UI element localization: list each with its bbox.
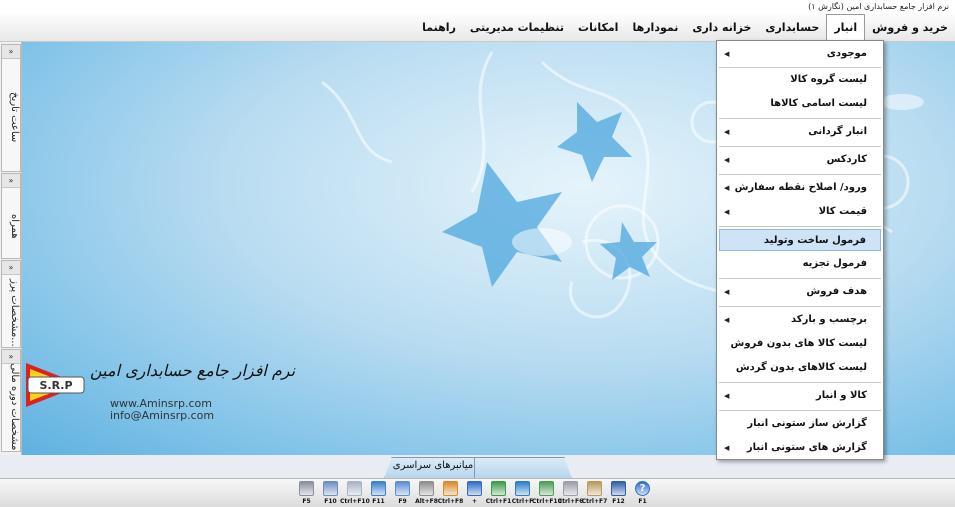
- submenu-arrow-icon: ◀: [724, 156, 730, 164]
- search-icon: [395, 481, 410, 496]
- menu-separator: [719, 118, 881, 119]
- toolbar-button-monitor[interactable]: F12: [608, 480, 629, 507]
- grid-table-icon: [491, 481, 506, 496]
- toolbar-button-notebook[interactable]: Ctrl+F8: [438, 480, 463, 507]
- inventory-dropdown-menu: موجودی ◀ لیست گروه کالا لیست اسامی کالاها…: [716, 40, 884, 460]
- menu-separator: [719, 410, 881, 411]
- menu-item-stocktaking[interactable]: انبار گردانی ◀: [719, 121, 881, 143]
- toolbar-button-edit-document[interactable]: Alt+F8: [415, 480, 438, 507]
- menu-item-stock[interactable]: موجودی ◀: [719, 43, 881, 65]
- menu-separator: [719, 174, 881, 175]
- menu-separator: [719, 146, 881, 147]
- dock-expand-icon[interactable]: »: [2, 45, 20, 59]
- menu-item-product-names[interactable]: لیست اسامی کالاها: [719, 93, 881, 115]
- form-add-icon: [467, 481, 482, 496]
- menu-item-sales-target[interactable]: هدف فروش ◀: [719, 281, 881, 303]
- notepad-icon: [323, 481, 338, 496]
- menu-item-production-formula[interactable]: فرمول ساخت وتولید: [719, 229, 881, 251]
- dock-expand-icon[interactable]: »: [2, 261, 20, 275]
- dock-expand-icon[interactable]: »: [2, 174, 20, 188]
- menu-item-product-and-inventory[interactable]: کالا و انبار ◀: [719, 385, 881, 407]
- menu-inventory[interactable]: انبار: [826, 13, 866, 42]
- dock-expand-icon[interactable]: »: [2, 350, 20, 364]
- menu-item-unsold-products[interactable]: لیست کالا های بدون فروش: [719, 333, 881, 355]
- menu-separator: [719, 278, 881, 279]
- dock-panel-fiscal-period[interactable]: » مشخصات دوره مالی: [1, 349, 21, 452]
- menu-item-cardex[interactable]: کاردکس ◀: [719, 149, 881, 171]
- toolbar-button-form-add[interactable]: +: [464, 480, 485, 507]
- menu-separator: [719, 306, 881, 307]
- menu-item-decomposition-formula[interactable]: فرمول تجزیه: [719, 253, 881, 275]
- toolbar-button-document-list[interactable]: Ctrl+F10: [340, 480, 370, 507]
- edit-document-icon: [419, 481, 434, 496]
- submenu-arrow-icon: ◀: [724, 444, 730, 452]
- document-list-icon: [347, 481, 362, 496]
- toolbar-button-search[interactable]: F9: [392, 480, 413, 507]
- toolbar-button-notepad[interactable]: F10: [320, 480, 341, 507]
- submenu-arrow-icon: ◀: [724, 208, 730, 216]
- dock-label-workstation: ...مشخصات پرز: [9, 279, 20, 347]
- menu-charts[interactable]: نمودارها: [625, 15, 685, 41]
- submenu-arrow-icon: ◀: [724, 316, 730, 324]
- dock-label-fiscal-period: مشخصات دوره مالی: [9, 362, 20, 450]
- menu-item-column-report-builder[interactable]: گزارش ساز ستونی انبار: [719, 413, 881, 435]
- toolbar-button-money[interactable]: Ctrl+F7: [582, 480, 607, 507]
- monitor-icon: [611, 481, 626, 496]
- logo-title: نرم افزار جامع حسابداری امین: [90, 361, 296, 380]
- notebook-icon: [443, 481, 458, 496]
- menu-help[interactable]: راهنما: [415, 15, 463, 41]
- pen-icon: [563, 481, 578, 496]
- menu-bar: خرید و فروش انبار حسابداری خزانه داری نم…: [0, 13, 955, 42]
- menu-separator: [719, 226, 881, 227]
- calculator-icon: [299, 481, 314, 496]
- submenu-arrow-icon: ◀: [724, 128, 730, 136]
- dock-panel-mobile[interactable]: » همراه: [1, 173, 21, 259]
- help-icon: ?: [635, 481, 650, 496]
- toolbar-button-network[interactable]: Ctrl+F: [512, 480, 533, 507]
- logo-email: info@Aminsrp.com: [110, 409, 215, 422]
- menu-item-reorder-point[interactable]: ورود/ اصلاح نقطه سفارش ◀: [719, 177, 881, 199]
- dock-label-clock: ساعت تاریخ: [9, 91, 20, 143]
- menu-item-product-groups[interactable]: لیست گروه کالا: [719, 69, 881, 91]
- logo-badge: S.R.P: [39, 379, 72, 392]
- menu-accounting[interactable]: حسابداری: [758, 15, 826, 41]
- money-icon: [587, 481, 602, 496]
- menu-buy-sell[interactable]: خرید و فروش: [865, 15, 955, 41]
- global-shortcuts-tab-label: میانبرهای سراسری: [392, 460, 474, 471]
- shortcut-key-label: F1: [638, 498, 647, 505]
- toolbar-button-help[interactable]: ? F1: [632, 480, 653, 507]
- toolbar-button-calculator[interactable]: F5: [296, 480, 317, 507]
- menu-separator: [719, 382, 881, 383]
- shortcut-toolbar: F5 F10 Ctrl+F10 F11 F9 Alt+F8 Ctrl+F8 + Ctrl+F1 C…: [0, 478, 955, 507]
- dock-label-mobile: همراه: [9, 213, 20, 239]
- menu-separator: [719, 67, 881, 68]
- toolbar-button-email[interactable]: F11: [368, 480, 389, 507]
- submenu-arrow-icon: ◀: [724, 288, 730, 296]
- network-icon: [515, 481, 530, 496]
- dock-panel-clock[interactable]: » ساعت تاریخ: [1, 44, 21, 172]
- window-title: نرم افزار جامع حسابداری امین (نگارش ۱): [0, 0, 955, 14]
- submenu-arrow-icon: ◀: [724, 184, 730, 192]
- menu-item-product-price[interactable]: قیمت کالا ◀: [719, 201, 881, 223]
- dock-panel-workstation[interactable]: » ...مشخصات پرز: [1, 260, 21, 348]
- left-dock: » ساعت تاریخ » همراه » ...مشخصات پرز » م…: [0, 42, 22, 455]
- email-icon: [371, 481, 386, 496]
- submenu-arrow-icon: ◀: [724, 392, 730, 400]
- toolbar-button-grid-table[interactable]: Ctrl+F1: [486, 480, 511, 507]
- menu-admin-settings[interactable]: تنظیمات مدیریتی: [463, 15, 571, 41]
- toolbar-button-wallet[interactable]: Ctrl+F10: [532, 480, 562, 507]
- menu-treasury[interactable]: خزانه داری: [685, 15, 758, 41]
- submenu-arrow-icon: ◀: [724, 50, 730, 58]
- toolbar-button-pen[interactable]: Ctrl+F6: [558, 480, 583, 507]
- menu-item-column-reports[interactable]: گزارش های ستونی انبار ◀: [719, 437, 881, 459]
- wallet-icon: [539, 481, 554, 496]
- menu-item-label-barcode[interactable]: برچسب و بارکد ◀: [719, 309, 881, 331]
- menu-facilities[interactable]: امکانات: [571, 15, 625, 41]
- menu-item-no-turnover-products[interactable]: لیست کالاهای بدون گردش: [719, 357, 881, 379]
